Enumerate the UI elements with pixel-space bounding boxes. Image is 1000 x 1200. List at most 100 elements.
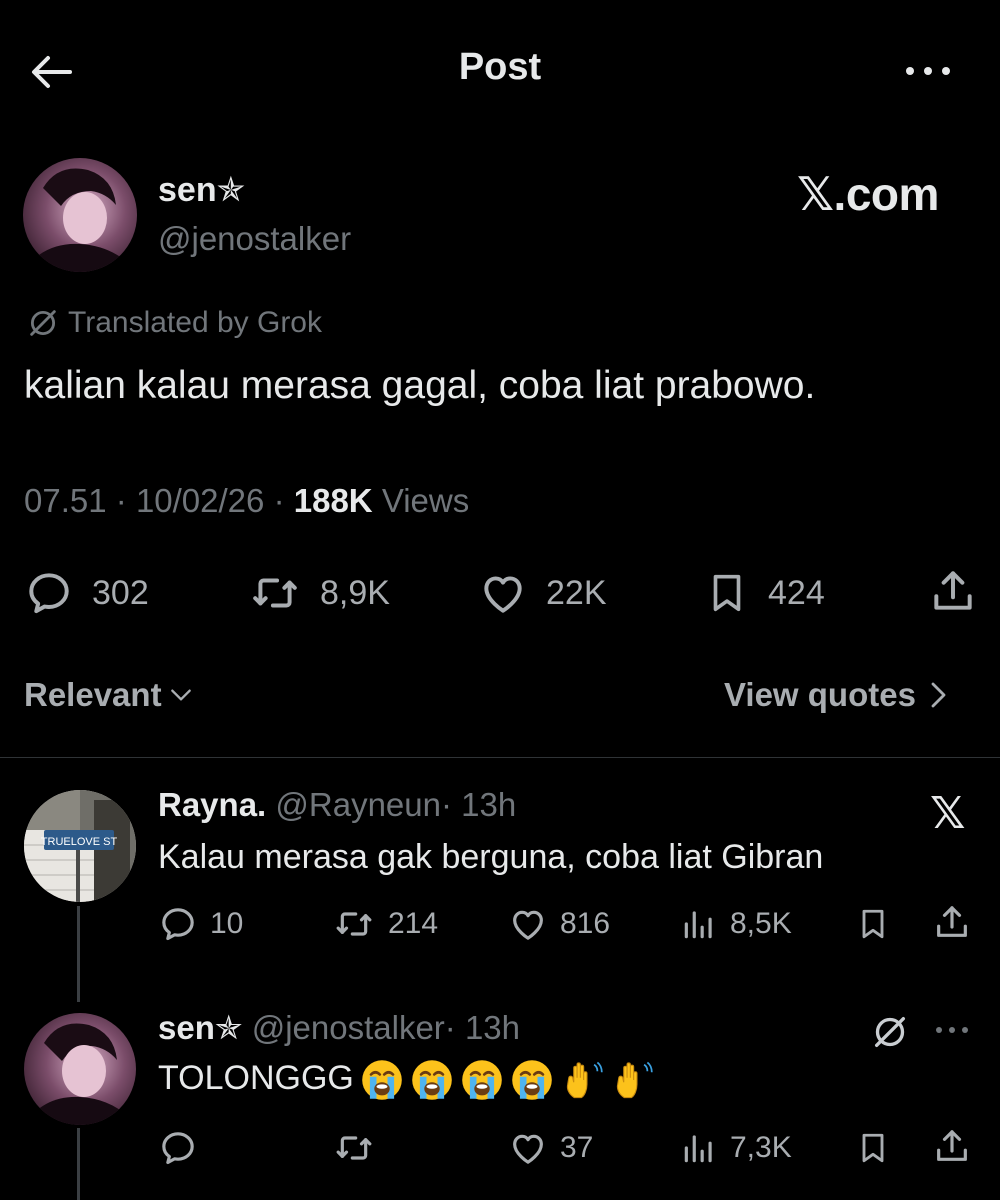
- share-button[interactable]: [928, 566, 978, 616]
- views-button[interactable]: 8,5K: [680, 904, 792, 944]
- reply-author-handle[interactable]: @Rayneun: [275, 786, 441, 823]
- bookmark-icon: [855, 904, 891, 944]
- reply-header: sen✯ @jenostalker· 13h: [158, 1008, 520, 1047]
- repost-icon: [332, 1128, 376, 1168]
- avatar-sign-text: TRUELOVE ST: [41, 836, 118, 848]
- like-count: 22K: [546, 573, 607, 612]
- post-time[interactable]: 07.51: [24, 482, 107, 519]
- reply-author-name-text: sen: [158, 1009, 215, 1046]
- thread-line: [77, 1128, 80, 1200]
- reply-text: Kalau merasa gak berguna, coba liat Gibr…: [158, 838, 824, 876]
- repost-button[interactable]: [332, 1128, 388, 1168]
- reply-icon: [158, 904, 198, 944]
- translated-label: Translated by Grok: [68, 306, 322, 339]
- chevron-right-icon: [931, 682, 946, 708]
- view-quotes-label: View quotes: [724, 676, 916, 713]
- share-icon: [932, 902, 972, 942]
- loudly-crying-face-emoji: [460, 1058, 504, 1102]
- like-count: 37: [560, 1131, 594, 1164]
- post-date[interactable]: 10/02/26: [136, 482, 264, 519]
- views-label: Views: [381, 482, 470, 519]
- reply-button[interactable]: 10: [158, 904, 243, 944]
- views-icon: [680, 904, 718, 944]
- views-icon: [680, 1128, 718, 1168]
- author-name-text: sen: [158, 171, 217, 209]
- x-com-watermark: 𝕏.com: [797, 168, 939, 220]
- repost-button[interactable]: 8,9K: [248, 568, 390, 618]
- author-badge: ✯: [216, 171, 246, 209]
- share-icon: [928, 566, 978, 616]
- reply-time[interactable]: · 13h: [441, 786, 516, 823]
- waving-hand-emoji: [560, 1058, 604, 1102]
- reply-icon: [158, 1128, 198, 1168]
- thread-line: [77, 906, 80, 1002]
- bookmark-button[interactable]: 424: [704, 568, 825, 618]
- grok-icon[interactable]: [870, 1012, 910, 1052]
- author-handle[interactable]: @jenostalker: [158, 220, 351, 258]
- like-button[interactable]: 37: [508, 1128, 593, 1168]
- repost-icon: [332, 904, 376, 944]
- reply-header: Rayna. @Rayneun· 13h: [158, 786, 516, 824]
- loudly-crying-face-emoji: [360, 1058, 404, 1102]
- views-button[interactable]: 7,3K: [680, 1128, 792, 1168]
- waving-hand-emoji: [610, 1058, 654, 1102]
- reply-avatar[interactable]: TRUELOVE ST: [24, 790, 136, 902]
- share-icon: [932, 1126, 972, 1166]
- view-quotes-link[interactable]: View quotes: [724, 676, 950, 714]
- bookmark-icon: [855, 1128, 891, 1168]
- views-count: 7,3K: [730, 1131, 792, 1164]
- reply-count: 10: [210, 907, 244, 940]
- bookmark-count: 424: [768, 573, 825, 612]
- heart-icon: [478, 568, 528, 618]
- bookmark-button[interactable]: [855, 904, 891, 944]
- reply-text-content: TOLONGGG: [158, 1058, 354, 1097]
- like-button[interactable]: 22K: [478, 568, 607, 618]
- avatar-image: TRUELOVE ST: [24, 790, 136, 902]
- reply-author-handle[interactable]: @jenostalker: [252, 1009, 445, 1046]
- avatar-image: [24, 1013, 136, 1125]
- like-count: 816: [560, 907, 611, 940]
- author-name[interactable]: sen✯: [158, 170, 245, 210]
- more-options-button[interactable]: [900, 56, 956, 86]
- section-divider: [0, 757, 1000, 758]
- loudly-crying-face-emoji: [510, 1058, 554, 1102]
- post-text: kalian kalau merasa gagal, coba liat pra…: [24, 364, 816, 407]
- repost-icon: [248, 568, 302, 618]
- heart-icon: [508, 1128, 548, 1168]
- more-horizontal-icon: [936, 1027, 968, 1033]
- reply-author-name[interactable]: Rayna.: [158, 786, 266, 823]
- meta-separator: ·: [273, 482, 285, 519]
- reply-time[interactable]: · 13h: [445, 1009, 520, 1046]
- more-horizontal-icon: [906, 67, 950, 75]
- repost-count: 8,9K: [320, 573, 390, 612]
- grok-icon: [26, 306, 60, 340]
- like-button[interactable]: 816: [508, 904, 610, 944]
- x-logo-icon: 𝕏: [930, 789, 966, 838]
- views-count: 8,5K: [730, 907, 792, 940]
- avatar[interactable]: [23, 158, 137, 272]
- bookmark-button[interactable]: [855, 1128, 891, 1168]
- heart-icon: [508, 904, 548, 944]
- sort-label: Relevant: [24, 676, 162, 713]
- loudly-crying-face-emoji: [410, 1058, 454, 1102]
- more-options-button[interactable]: [932, 1020, 972, 1040]
- repost-button[interactable]: 214: [332, 904, 438, 944]
- reply-count: 302: [92, 573, 149, 612]
- sort-dropdown[interactable]: Relevant: [24, 676, 194, 714]
- reply-icon: [24, 568, 74, 618]
- reply-avatar[interactable]: [24, 1013, 136, 1125]
- translated-by-grok[interactable]: Translated by Grok: [26, 306, 322, 340]
- reply-button[interactable]: 302: [24, 568, 149, 618]
- share-button[interactable]: [932, 902, 972, 942]
- repost-count: 214: [388, 907, 439, 940]
- post-meta: 07.51 · 10/02/26 · 188K Views: [24, 482, 469, 520]
- share-button[interactable]: [932, 1126, 972, 1166]
- avatar-image: [23, 158, 137, 272]
- bookmark-icon: [704, 568, 750, 618]
- chevron-down-icon: [170, 689, 191, 701]
- page-title: Post: [458, 46, 542, 88]
- author-badge: ✯: [214, 1009, 243, 1046]
- reply-author-name[interactable]: sen✯: [158, 1009, 243, 1046]
- views-count: 188K: [293, 482, 373, 519]
- reply-button[interactable]: [158, 1128, 210, 1168]
